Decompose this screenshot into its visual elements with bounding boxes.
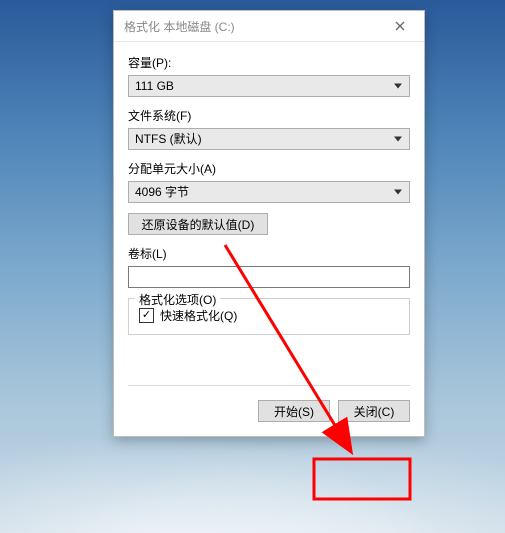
checkbox-icon: ✓	[139, 308, 154, 323]
format-dialog: 格式化 本地磁盘 (C:) 容量(P): 111 GB 文件系统(F) NTFS…	[113, 10, 425, 437]
close-icon[interactable]	[380, 12, 420, 40]
allocation-field: 分配单元大小(A) 4096 字节	[128, 160, 410, 203]
volume-label-input[interactable]	[128, 266, 410, 288]
volume-label-field: 卷标(L)	[128, 245, 410, 288]
filesystem-select[interactable]: NTFS (默认)	[128, 128, 410, 150]
window-title: 格式化 本地磁盘 (C:)	[124, 18, 235, 35]
filesystem-value: NTFS (默认)	[135, 132, 202, 146]
allocation-value: 4096 字节	[135, 185, 189, 199]
close-button[interactable]: 关闭(C)	[338, 400, 410, 422]
capacity-field: 容量(P): 111 GB	[128, 54, 410, 97]
volume-label-label: 卷标(L)	[128, 245, 410, 262]
capacity-select[interactable]: 111 GB	[128, 75, 410, 97]
allocation-select[interactable]: 4096 字节	[128, 181, 410, 203]
start-button[interactable]: 开始(S)	[258, 400, 330, 422]
capacity-value: 111 GB	[135, 79, 174, 93]
filesystem-label: 文件系统(F)	[128, 107, 410, 124]
dialog-body: 容量(P): 111 GB 文件系统(F) NTFS (默认) 分配单元大小(A…	[114, 42, 424, 436]
format-options-group: 格式化选项(O) ✓ 快速格式化(Q)	[128, 298, 410, 335]
filesystem-field: 文件系统(F) NTFS (默认)	[128, 107, 410, 150]
dialog-footer: 开始(S) 关闭(C)	[128, 400, 410, 422]
titlebar[interactable]: 格式化 本地磁盘 (C:)	[114, 11, 424, 42]
separator	[128, 385, 410, 386]
quick-format-label: 快速格式化(Q)	[160, 307, 237, 324]
allocation-label: 分配单元大小(A)	[128, 160, 410, 177]
restore-defaults-button[interactable]: 还原设备的默认值(D)	[128, 213, 268, 235]
capacity-label: 容量(P):	[128, 54, 410, 71]
quick-format-checkbox[interactable]: ✓ 快速格式化(Q)	[139, 307, 399, 324]
format-options-legend: 格式化选项(O)	[135, 291, 220, 308]
